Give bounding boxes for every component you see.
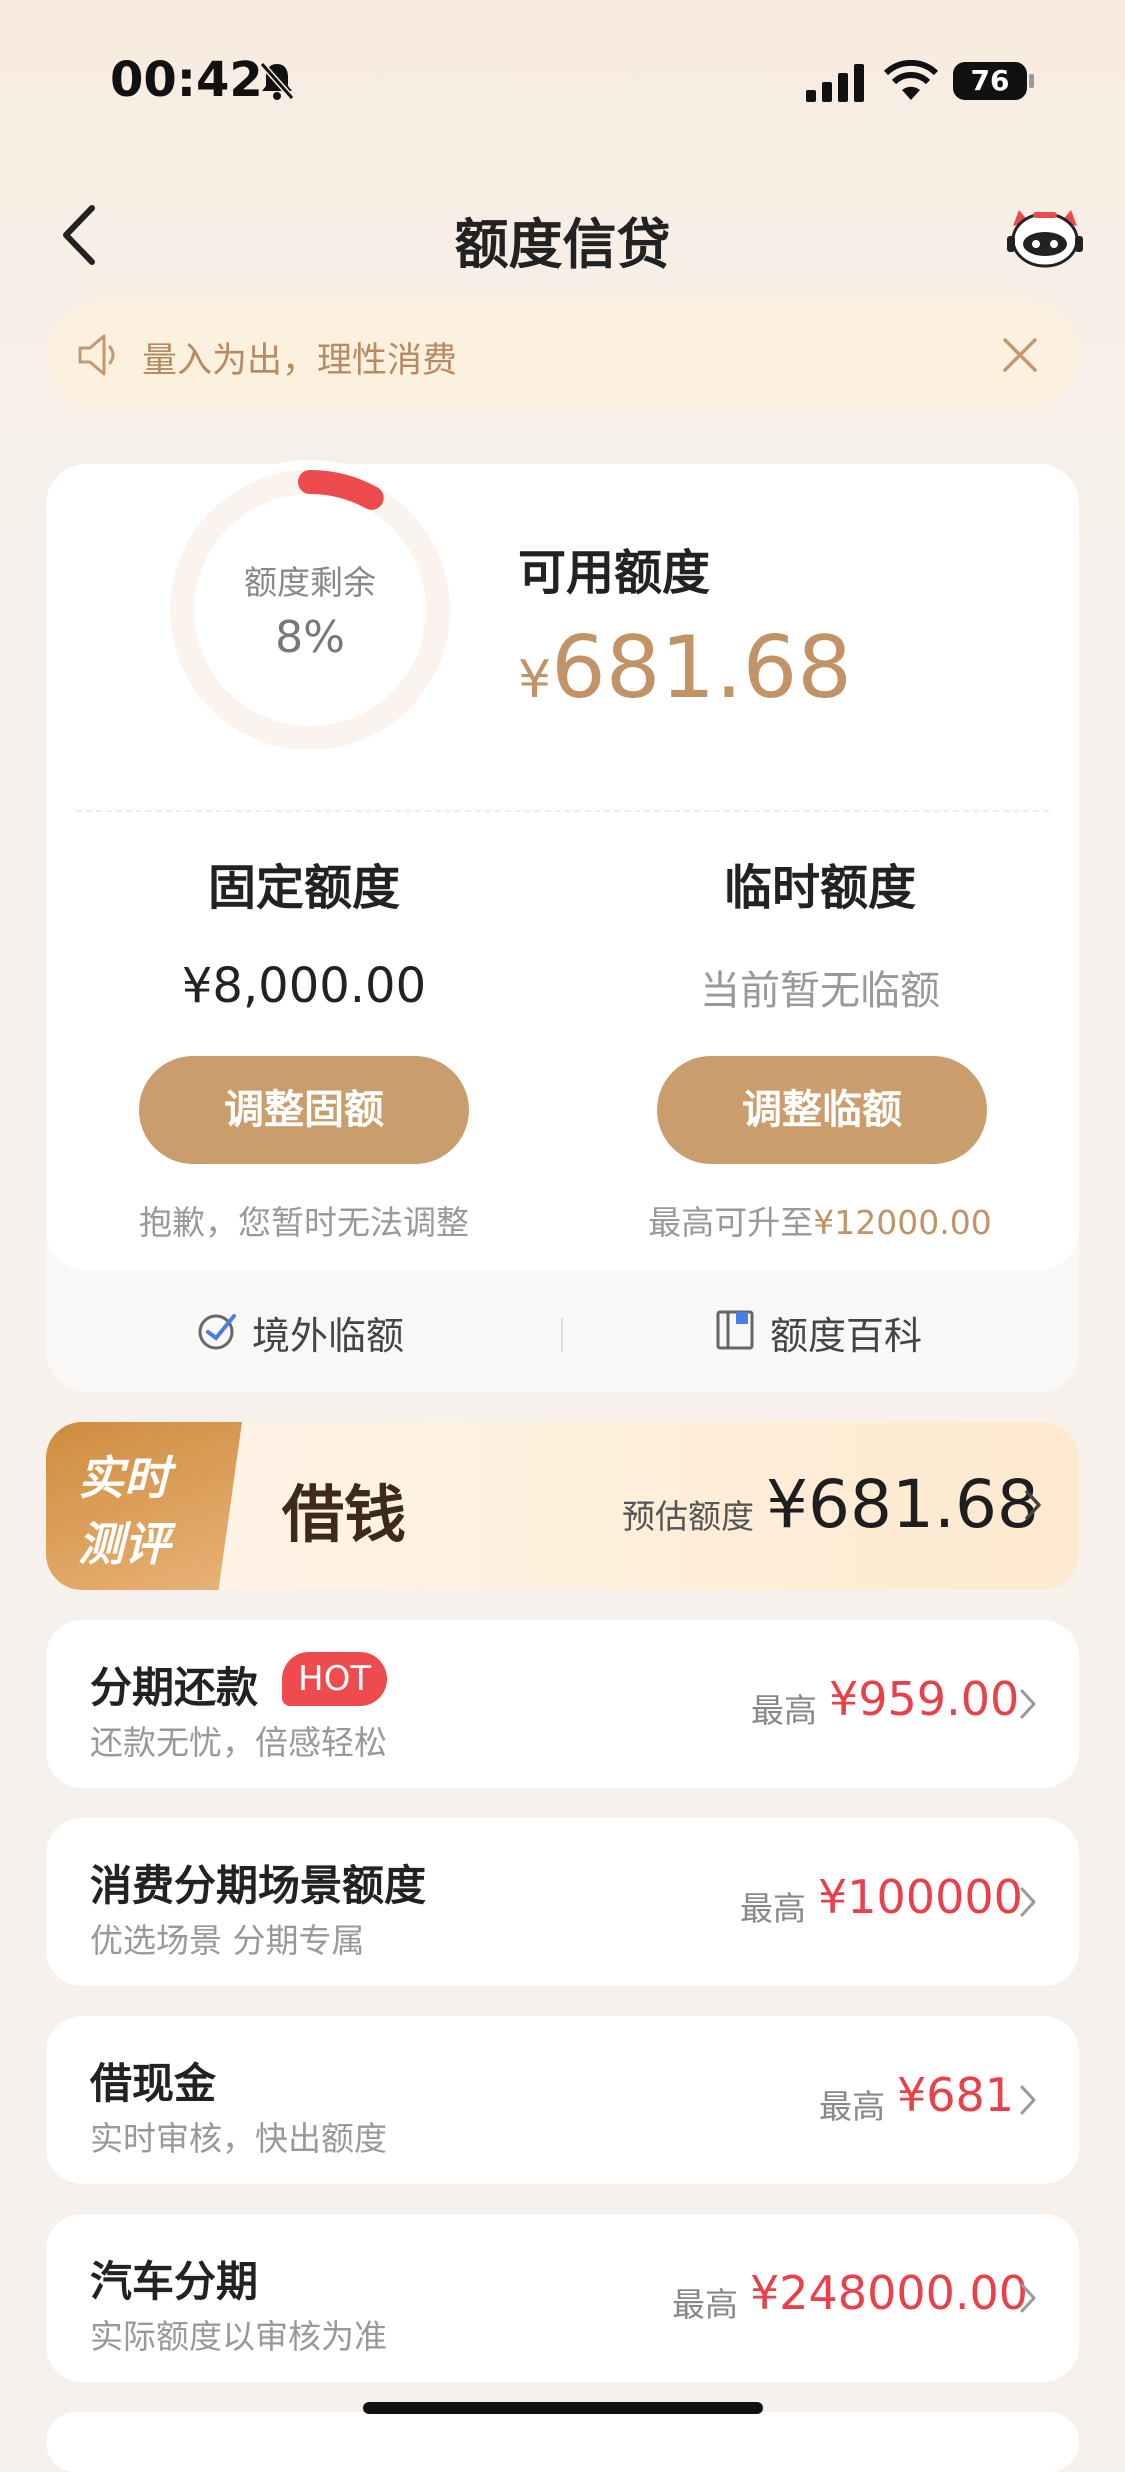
fixed-credit-value: ¥8,000.00 — [181, 958, 427, 1014]
assistant-robot-icon[interactable] — [1005, 200, 1085, 272]
notice-bar: 量入为出，理性消费 — [46, 302, 1079, 408]
badge-line-2: 测评 — [78, 1517, 170, 1571]
book-icon — [716, 1310, 754, 1350]
item-max-label: 最高 — [751, 1691, 817, 1730]
list-item-consumer-installment[interactable]: 消费分期场景额度 优选场景 分期专属 最高 ¥100000 — [46, 1818, 1079, 1986]
item-title: 汽车分期 — [90, 2257, 259, 2306]
list-item-installment-repay[interactable]: 分期还款 HOT 还款无忧，倍感轻松 最高 ¥959.00 — [46, 1620, 1079, 1788]
home-indicator[interactable] — [363, 2402, 763, 2414]
close-icon[interactable] — [1001, 336, 1039, 374]
credit-wiki-link[interactable]: 额度百科 — [770, 1305, 922, 1360]
bell-muted-icon — [259, 62, 295, 100]
hot-badge: HOT — [282, 1652, 388, 1706]
speaker-icon — [78, 334, 115, 376]
remaining-percent: 8% — [275, 612, 345, 663]
item-max-amount: ¥100000 — [818, 1870, 1023, 1924]
divider — [76, 810, 1049, 812]
list-item-auto-installment[interactable]: 汽车分期 实际额度以审核为准 最高 ¥248000.00 — [46, 2214, 1079, 2382]
available-credit-value: 681.68 — [551, 618, 853, 718]
item-subtitle: 实际额度以审核为准 — [90, 2317, 387, 2356]
currency-symbol: ¥ — [518, 650, 552, 710]
borrow-banner[interactable]: 实时 测评 借钱 预估额度 ¥681.68 — [46, 1422, 1079, 1590]
adjust-temp-button[interactable]: 调整临额 — [657, 1056, 987, 1164]
fixed-credit-note: 抱歉，您暂时无法调整 — [139, 1203, 469, 1242]
cellular-signal-icon — [806, 64, 864, 102]
wifi-icon — [884, 60, 938, 100]
remaining-credit-ring — [160, 460, 460, 760]
temp-note-prefix: 最高可升至 — [648, 1203, 814, 1242]
item-subtitle: 还款无忧，倍感轻松 — [90, 1723, 387, 1762]
chevron-right-icon — [1020, 1887, 1036, 1917]
borrow-title: 借钱 — [282, 1478, 407, 1551]
item-title: 消费分期场景额度 — [90, 1861, 427, 1910]
chevron-right-icon — [1025, 1490, 1041, 1520]
estimated-credit-label: 预估额度 — [622, 1497, 754, 1536]
status-time: 00:42 — [110, 52, 263, 108]
item-title: 借现金 — [90, 2059, 217, 2108]
notice-text: 量入为出，理性消费 — [142, 341, 458, 381]
item-subtitle: 优选场景 分期专属 — [90, 1921, 365, 1960]
estimated-credit-value: ¥681.68 — [766, 1466, 1039, 1543]
remaining-label: 额度剩余 — [244, 563, 376, 602]
temp-credit-title: 临时额度 — [723, 860, 916, 916]
item-max-label: 最高 — [672, 2285, 738, 2324]
item-max-amount: ¥681 — [897, 2068, 1015, 2122]
adjust-fixed-button[interactable]: 调整固额 — [139, 1056, 469, 1164]
badge-line-1: 实时 — [78, 1451, 170, 1505]
item-max-amount: ¥248000.00 — [750, 2266, 1029, 2320]
item-max-amount: ¥959.00 — [829, 1672, 1020, 1726]
page-title: 额度信贷 — [454, 213, 671, 276]
chevron-right-icon — [1020, 1689, 1036, 1719]
chevron-right-icon — [1020, 2283, 1036, 2313]
realtime-eval-badge: 实时 测评 — [46, 1422, 242, 1590]
list-item-cash-loan[interactable]: 借现金 实时审核，快出额度 最高 ¥681 — [46, 2016, 1079, 2184]
temp-credit-value: 当前暂无临额 — [700, 968, 940, 1014]
temp-credit-note: 最高可升至¥12000.00 — [570, 1196, 1070, 1244]
overseas-credit-link[interactable]: 境外临额 — [252, 1305, 404, 1360]
item-title: 分期还款 — [90, 1663, 259, 1712]
globe-plane-icon — [198, 1314, 236, 1350]
item-subtitle: 实时审核，快出额度 — [90, 2119, 387, 2158]
battery-cap — [1029, 74, 1034, 88]
temp-note-amount: ¥12000.00 — [813, 1203, 992, 1242]
item-max-label: 最高 — [740, 1889, 806, 1928]
list-item-partial[interactable] — [46, 2412, 1079, 2472]
battery-indicator: 76 — [953, 62, 1027, 100]
item-max-label: 最高 — [819, 2087, 885, 2126]
status-bar: 00:42 76 — [0, 0, 1125, 160]
available-credit-amount: ¥681.68 — [518, 618, 852, 718]
chevron-right-icon — [1020, 2085, 1036, 2115]
fixed-credit-title: 固定额度 — [207, 860, 400, 916]
available-credit-label: 可用额度 — [518, 545, 711, 601]
link-separator — [561, 1318, 563, 1352]
